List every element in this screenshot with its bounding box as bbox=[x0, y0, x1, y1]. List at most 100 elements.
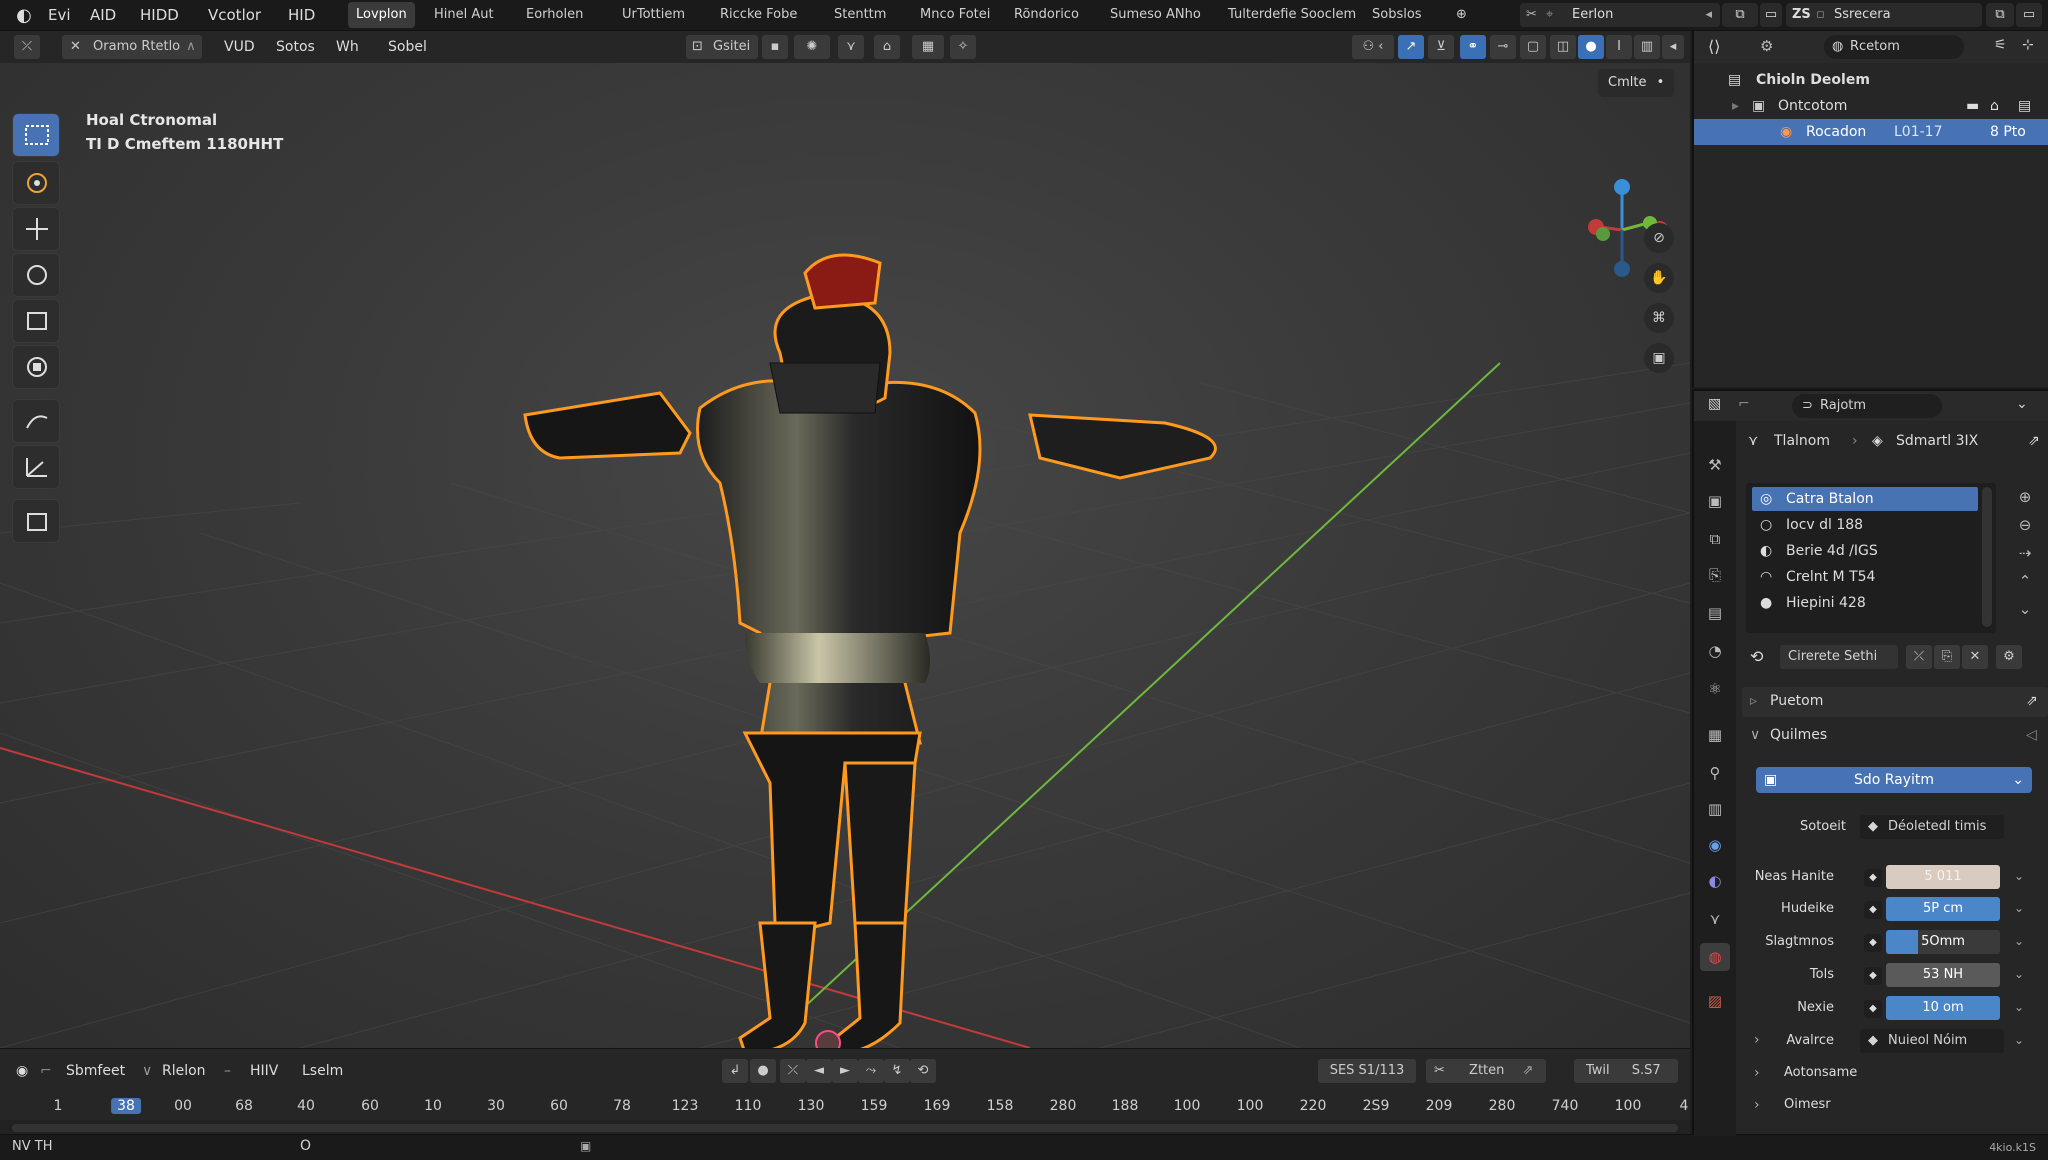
tab-workspace-7[interactable]: Mnco Fotei bbox=[912, 2, 998, 28]
shading-rendered-icon[interactable]: ▥ bbox=[1634, 35, 1660, 59]
tab-object-icon[interactable]: ⚛ bbox=[1700, 675, 1730, 703]
tab-constraints-icon[interactable]: ◉ bbox=[1700, 831, 1730, 859]
gizmo-dropdown-icon[interactable]: ⊻ bbox=[1428, 35, 1454, 59]
menu-render[interactable]: HIDD bbox=[140, 0, 179, 31]
tab-render-icon[interactable]: ▣ bbox=[1700, 487, 1730, 515]
breadcrumb-pin-icon[interactable]: ⇗ bbox=[2028, 433, 2040, 449]
normal-field[interactable]: ◆ Nuieol Nóim bbox=[1860, 1029, 2004, 1053]
snap-target-icon[interactable]: ✧ bbox=[950, 35, 976, 59]
material-slot-item[interactable]: ● Hiepini 428 bbox=[1752, 591, 1978, 615]
view-menu[interactable]: HIIV bbox=[250, 1049, 278, 1093]
properties-search-input[interactable]: ⊃ Rajotm bbox=[1792, 394, 1942, 418]
playback-menu[interactable]: Sbmfeet bbox=[66, 1049, 125, 1093]
ior-field[interactable]: 53 NH bbox=[1886, 963, 2000, 987]
properties-panel[interactable]: ⚒ ▣ ⧉ ⎘ ▤ ◔ ⚛ ▦ ⚲ ▥ ◉ ◐ ⋎ ◍ ▨ ▧ ⌐ ⊃ Rajo… bbox=[1692, 389, 2048, 1136]
tool-move[interactable] bbox=[12, 207, 60, 251]
tab-tool-icon[interactable]: ⚒ bbox=[1700, 451, 1730, 479]
socket-link-icon[interactable]: ◆ bbox=[1864, 1000, 1882, 1018]
editor-type-icon[interactable]: ⤫ bbox=[14, 35, 40, 59]
record-icon[interactable]: ● bbox=[750, 1059, 776, 1083]
shading-wireframe-icon[interactable]: ◫ bbox=[1550, 35, 1576, 59]
xray-icon[interactable]: ▢ bbox=[1520, 35, 1546, 59]
tab-workspace-3[interactable]: Eorholen bbox=[518, 2, 591, 28]
base-color-field[interactable]: 5 011 bbox=[1886, 865, 2000, 889]
camera-visibility-icon[interactable]: ▬ bbox=[1966, 93, 1979, 119]
keyframe-next-icon[interactable]: ⤳ bbox=[858, 1059, 884, 1083]
outliner-back-icon[interactable]: ⟨⟩ bbox=[1708, 37, 1720, 56]
current-frame-indicator[interactable]: 38 bbox=[111, 1098, 141, 1114]
menu-view[interactable]: VUD bbox=[224, 31, 255, 63]
timeline-scrollbar[interactable] bbox=[12, 1124, 1678, 1132]
shading-dropdown-icon[interactable]: ◂ bbox=[1662, 35, 1684, 59]
properties-options-icon[interactable]: ⌄ bbox=[2016, 396, 2028, 412]
shading-solid-icon[interactable]: ● bbox=[1578, 35, 1604, 59]
3d-viewport[interactable]: Hoal Ctronomal TI D Cmeftem 1180HHT Cmlt… bbox=[0, 63, 1690, 1048]
menu-window[interactable]: Vcotlor bbox=[208, 0, 261, 31]
filter-icon[interactable]: ⚟ bbox=[1994, 37, 2007, 53]
proportional-edit-icon[interactable]: ⋎ bbox=[838, 35, 864, 59]
tab-workspace-4[interactable]: UrTottiem bbox=[614, 2, 693, 28]
scene-browse-icon[interactable]: ◂ bbox=[1705, 3, 1712, 27]
pivot-icon[interactable]: ▪ bbox=[762, 35, 788, 59]
tab-world-icon[interactable]: ◔ bbox=[1700, 637, 1730, 665]
play-reverse-icon[interactable]: ◄ bbox=[806, 1059, 832, 1083]
pan-hand-icon[interactable]: ✋ bbox=[1644, 263, 1674, 293]
transform-orientation-dropdown[interactable]: ⊡ Gsitei bbox=[686, 35, 758, 59]
overlays-dropdown-icon[interactable]: ⊸ bbox=[1490, 35, 1516, 59]
socket-link-icon[interactable]: ◆ bbox=[1864, 967, 1882, 985]
material-browse-icon[interactable]: ⟲ bbox=[1750, 647, 1763, 666]
gizmo-options-button[interactable]: Cmlte • bbox=[1598, 69, 1675, 97]
menu-select[interactable]: Sotos bbox=[276, 31, 315, 63]
projection-toggle-icon[interactable]: ▣ bbox=[1644, 343, 1674, 373]
material-slot-item[interactable]: ◎ Catra Btalon bbox=[1752, 487, 1978, 511]
tab-modifiers-icon[interactable]: ▦ bbox=[1700, 721, 1730, 749]
frame-range-field[interactable]: SES S1/113 bbox=[1318, 1059, 1416, 1083]
tool-cursor[interactable] bbox=[12, 161, 60, 205]
socket-link-icon[interactable]: ◆ bbox=[1864, 934, 1882, 952]
tab-shader-icon[interactable]: ▨ bbox=[1700, 987, 1730, 1015]
surface-panel-header[interactable]: ∨ Quilmes ◁ bbox=[1742, 721, 2048, 751]
scene-copy-icon[interactable]: ⧉ bbox=[1722, 3, 1758, 27]
view-layer-copy-icon[interactable]: ⧉ bbox=[1986, 3, 2014, 27]
row-dropdown-icon[interactable]: ⌄ bbox=[2014, 1000, 2024, 1014]
tab-workspace-11[interactable]: Sobslos bbox=[1364, 2, 1430, 28]
row-dropdown-icon[interactable]: ⌄ bbox=[2014, 967, 2024, 981]
move-slot-up-icon[interactable]: ⌃ bbox=[2010, 567, 2040, 595]
slot-list-scrollbar[interactable] bbox=[1982, 487, 1992, 627]
menu-edit[interactable]: AID bbox=[90, 0, 116, 31]
properties-editor-icon[interactable]: ▧ bbox=[1708, 396, 1721, 412]
eye-visibility-icon[interactable]: ⌂ bbox=[1990, 93, 1999, 119]
outliner-selected-row[interactable]: ◉ Rocadon L01-17 8 Pto bbox=[1694, 119, 2048, 145]
gizmo-toggle-icon[interactable]: ↗ bbox=[1398, 35, 1424, 59]
material-slot-item[interactable]: ◐ Berie 4d /IGS bbox=[1752, 539, 1978, 563]
add-workspace-icon[interactable]: ⊕ bbox=[1448, 2, 1475, 28]
subpanel-collapsed[interactable]: › Aotonsame bbox=[1742, 1059, 2048, 1089]
shader-type-dropdown[interactable]: ▣ Sdo Rayitm ⌄ bbox=[1756, 767, 2032, 793]
panel-drag-icon[interactable]: ⇗ bbox=[2026, 693, 2038, 709]
tab-workspace-layout[interactable]: Lovplon bbox=[348, 2, 415, 28]
subpanel-collapsed[interactable]: › Oimesr bbox=[1742, 1091, 2048, 1121]
tab-workspace-8[interactable]: Rõndorico bbox=[1006, 2, 1087, 28]
frame-ruler[interactable]: 1 38 00 68 40 60 10 30 60 78 123 110 130… bbox=[0, 1092, 1690, 1120]
tab-physics-icon[interactable]: ▥ bbox=[1700, 795, 1730, 823]
loop-icon[interactable]: ⟲ bbox=[910, 1059, 936, 1083]
overlay-grid-icon[interactable]: ▦ bbox=[912, 35, 944, 59]
scene-delete-icon[interactable]: ▭ bbox=[1760, 3, 1782, 27]
add-slot-icon[interactable]: ⊕ bbox=[2010, 483, 2040, 511]
preview-panel-header[interactable]: ▹ Puetom ⇗ bbox=[1742, 687, 2048, 717]
scene-selector[interactable]: ✂ ⌖ Eerlon ◂ bbox=[1520, 3, 1720, 27]
move-slot-down-icon[interactable]: ⌄ bbox=[2010, 595, 2040, 623]
outliner-object-row[interactable]: ▸ ▣ Ontcotom ▬ ⌂ ▤ bbox=[1694, 93, 2048, 119]
unlink-material-icon[interactable]: ✕ bbox=[1962, 645, 1988, 669]
knight-model[interactable] bbox=[523, 253, 1217, 1048]
shading-material-icon[interactable]: Ⅰ bbox=[1606, 35, 1632, 59]
socket-link-icon[interactable]: ◆ bbox=[1864, 869, 1882, 887]
keying-menu[interactable]: Rlelon bbox=[162, 1049, 206, 1093]
tab-scene-icon[interactable]: ▤ bbox=[1700, 599, 1730, 627]
falloff-icon[interactable]: ⌂ bbox=[874, 35, 900, 59]
jump-start-icon[interactable]: ↲ bbox=[722, 1059, 748, 1083]
snap-icon[interactable]: ✺ bbox=[794, 35, 830, 59]
end-frame-field[interactable]: Twil S.S7 bbox=[1574, 1059, 1678, 1083]
jump-end-icon[interactable]: ↯ bbox=[884, 1059, 910, 1083]
menu-add[interactable]: Wh bbox=[336, 31, 359, 63]
